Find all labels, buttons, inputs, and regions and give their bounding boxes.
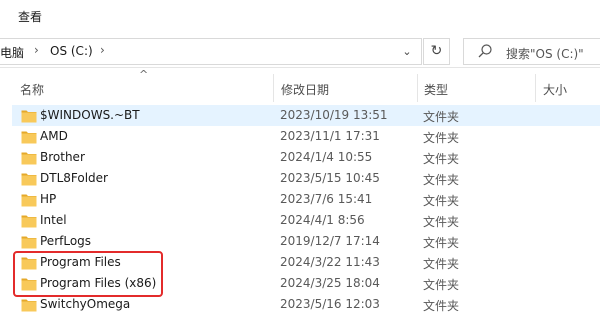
file-modified-date: 2023/7/6 15:41	[280, 192, 373, 206]
file-modified-date: 2023/10/19 13:51	[280, 108, 388, 122]
file-type: 文件夹	[423, 299, 460, 313]
file-row[interactable]: Brother 2024/1/4 10:55 文件夹	[12, 147, 600, 168]
sort-up-icon: ^	[139, 68, 149, 81]
folder-icon	[21, 278, 37, 291]
file-row[interactable]: HP 2023/7/6 15:41 文件夹	[12, 189, 600, 210]
tab-view[interactable]: 查看	[18, 8, 42, 25]
file-row[interactable]: AMD 2023/11/1 17:31 文件夹	[12, 126, 600, 147]
column-divider[interactable]	[273, 74, 274, 102]
file-type: 文件夹	[423, 152, 460, 166]
file-type: 文件夹	[423, 236, 460, 250]
search-input[interactable]: 搜索"OS (C:)"	[463, 38, 600, 65]
column-header-type[interactable]: 类型	[424, 81, 448, 98]
file-type: 文件夹	[423, 215, 460, 229]
file-modified-date: 2024/4/1 8:56	[280, 213, 365, 227]
folder-icon	[21, 215, 37, 228]
file-name[interactable]: AMD	[40, 129, 68, 143]
file-type: 文件夹	[423, 131, 460, 145]
file-type: 文件夹	[423, 173, 460, 187]
file-name[interactable]: Intel	[40, 213, 67, 227]
column-header-row: ^ 名称 修改日期 类型 大小	[0, 68, 600, 104]
file-row[interactable]: DTL8Folder 2023/5/15 10:45 文件夹	[12, 168, 600, 189]
search-placeholder: 搜索"OS (C:)"	[506, 47, 584, 61]
column-divider[interactable]	[417, 74, 418, 102]
file-modified-date: 2023/5/15 10:45	[280, 171, 380, 185]
chevron-right-icon[interactable]: ›	[100, 43, 105, 57]
refresh-button[interactable]: ↻	[423, 38, 450, 65]
folder-icon	[21, 257, 37, 270]
file-type: 文件夹	[423, 110, 460, 124]
file-name[interactable]: Program Files (x86)	[40, 276, 156, 290]
file-row[interactable]: SwitchyOmega 2023/5/16 12:03 文件夹	[12, 294, 600, 315]
column-divider[interactable]	[535, 74, 536, 102]
folder-icon	[21, 236, 37, 249]
chevron-down-icon[interactable]: ⌄	[398, 43, 416, 61]
file-modified-date: 2024/1/4 10:55	[280, 150, 373, 164]
file-modified-date: 2023/5/16 12:03	[280, 297, 380, 311]
file-row[interactable]: PerfLogs 2019/12/7 17:14 文件夹	[12, 231, 600, 252]
file-name[interactable]: Program Files	[40, 255, 121, 269]
file-list: $WINDOWS.~BT 2023/10/19 13:51 文件夹 AMD 2023/1…	[12, 105, 600, 315]
column-header-size[interactable]: 大小	[543, 81, 567, 98]
address-bar[interactable]: 电脑 › OS (C:) › ⌄	[0, 38, 422, 65]
file-row[interactable]: Intel 2024/4/1 8:56 文件夹	[12, 210, 600, 231]
folder-icon	[21, 299, 37, 312]
file-row[interactable]: Program Files 2024/3/22 11:43 文件夹	[12, 252, 600, 273]
file-modified-date: 2024/3/25 18:04	[280, 276, 380, 290]
file-modified-date: 2019/12/7 17:14	[280, 234, 380, 248]
folder-icon	[21, 110, 37, 123]
file-modified-date: 2023/11/1 17:31	[280, 129, 380, 143]
refresh-icon: ↻	[430, 43, 443, 59]
column-header-name[interactable]: 名称	[20, 81, 44, 98]
ribbon: 查看	[0, 0, 600, 34]
breadcrumb-drive[interactable]: OS (C:)	[50, 44, 93, 58]
file-row[interactable]: $WINDOWS.~BT 2023/10/19 13:51 文件夹	[12, 105, 600, 126]
file-name[interactable]: Brother	[40, 150, 85, 164]
file-modified-date: 2024/3/22 11:43	[280, 255, 380, 269]
address-row: 电脑 › OS (C:) › ⌄ ↻ 搜索"OS (C:)"	[0, 34, 600, 68]
folder-icon	[21, 173, 37, 186]
folder-icon	[21, 131, 37, 144]
file-name[interactable]: DTL8Folder	[40, 171, 108, 185]
search-icon	[478, 44, 492, 58]
file-type: 文件夹	[423, 194, 460, 208]
file-name[interactable]: PerfLogs	[40, 234, 91, 248]
column-header-date[interactable]: 修改日期	[281, 81, 329, 98]
file-name[interactable]: HP	[40, 192, 56, 206]
file-type: 文件夹	[423, 278, 460, 292]
folder-icon	[21, 152, 37, 165]
file-name[interactable]: SwitchyOmega	[40, 297, 130, 311]
file-name[interactable]: $WINDOWS.~BT	[40, 108, 140, 122]
folder-icon	[21, 194, 37, 207]
file-type: 文件夹	[423, 257, 460, 271]
breadcrumb-this-pc[interactable]: 电脑	[0, 44, 24, 61]
chevron-right-icon[interactable]: ›	[34, 43, 39, 57]
file-row[interactable]: Program Files (x86) 2024/3/25 18:04 文件夹	[12, 273, 600, 294]
